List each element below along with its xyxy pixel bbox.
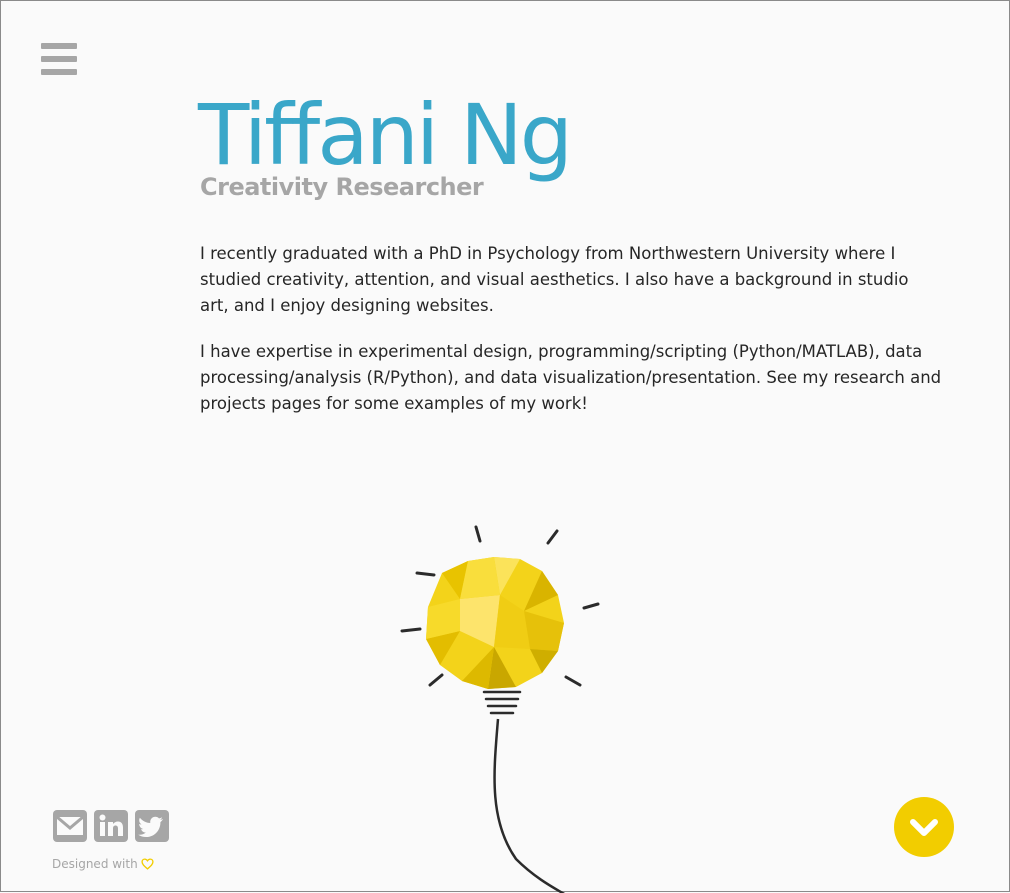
linkedin-icon bbox=[94, 810, 128, 842]
designed-with-label: Designed with bbox=[52, 857, 138, 871]
lightbulb-illustration bbox=[400, 525, 600, 893]
scroll-down-button[interactable] bbox=[894, 797, 954, 857]
hamburger-menu-icon bbox=[41, 43, 77, 49]
social-links bbox=[52, 808, 170, 844]
email-link[interactable] bbox=[52, 808, 88, 844]
menu-bar bbox=[41, 56, 77, 62]
twitter-link[interactable] bbox=[134, 808, 170, 844]
crumpled-paper bbox=[426, 557, 564, 689]
designed-with-note: Designed with bbox=[52, 857, 154, 871]
linkedin-link[interactable] bbox=[93, 808, 129, 844]
email-icon bbox=[53, 810, 87, 842]
menu-button[interactable] bbox=[41, 43, 77, 75]
twitter-icon bbox=[135, 810, 169, 842]
heart-icon bbox=[141, 858, 154, 870]
bio-paragraph-1: I recently graduated with a PhD in Psych… bbox=[200, 244, 909, 315]
bulb-cord bbox=[493, 718, 566, 893]
page-title: Tiffani Ng bbox=[198, 86, 573, 184]
page-subtitle: Creativity Researcher bbox=[200, 173, 484, 201]
chevron-down-icon bbox=[910, 819, 938, 836]
bulb-base bbox=[482, 690, 522, 715]
bio-section: I recently graduated with a PhD in Psych… bbox=[200, 241, 942, 437]
menu-bar bbox=[41, 69, 77, 75]
bio-paragraph-2: I have expertise in experimental design,… bbox=[200, 342, 942, 413]
